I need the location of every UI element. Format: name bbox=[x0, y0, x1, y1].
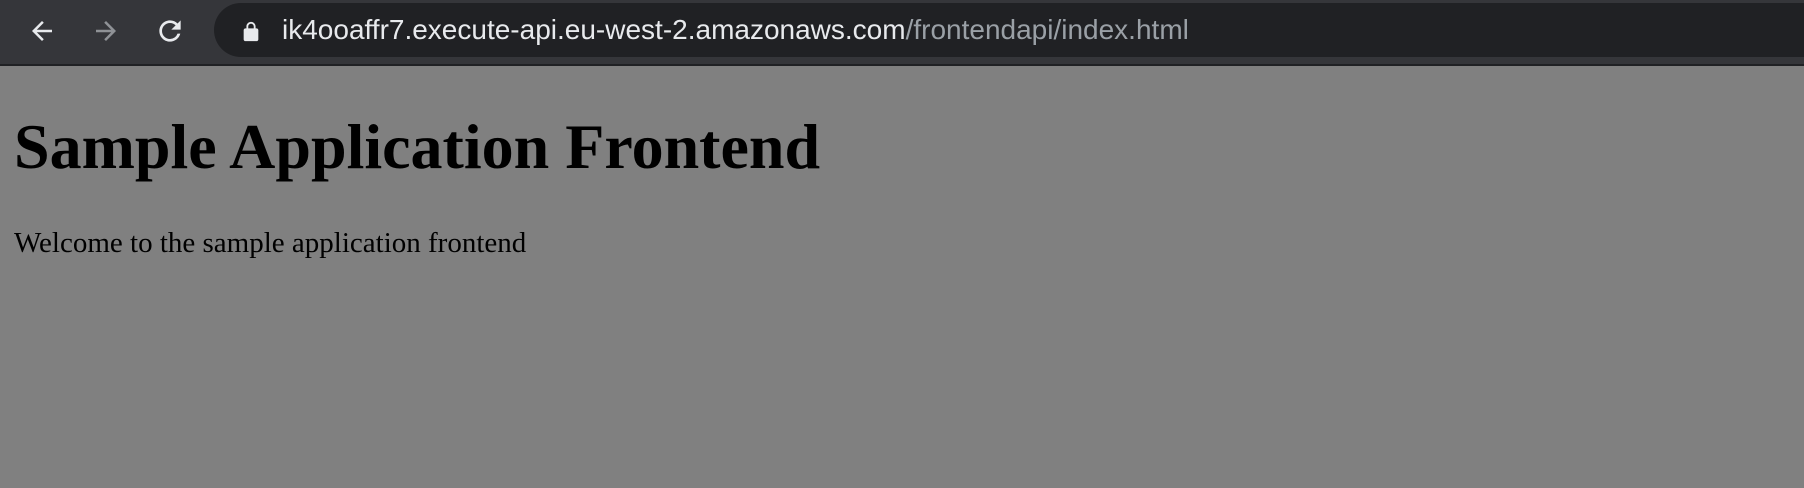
back-button[interactable] bbox=[21, 10, 63, 52]
forward-button[interactable] bbox=[85, 10, 127, 52]
lock-icon[interactable] bbox=[240, 21, 262, 43]
welcome-text: Welcome to the sample application fronte… bbox=[14, 227, 527, 259]
arrow-left-icon bbox=[32, 21, 52, 41]
reload-button[interactable] bbox=[149, 10, 191, 52]
url-path: /frontendapi/index.html bbox=[905, 14, 1189, 45]
reload-icon bbox=[159, 20, 181, 42]
page-title: Sample Application Frontend bbox=[14, 111, 821, 182]
arrow-right-icon bbox=[96, 21, 116, 41]
address-bar[interactable]: ik4ooaffr7.execute-api.eu-west-2.amazona… bbox=[214, 3, 1804, 57]
browser-toolbar: ik4ooaffr7.execute-api.eu-west-2.amazona… bbox=[0, 0, 1804, 66]
url-text[interactable]: ik4ooaffr7.execute-api.eu-west-2.amazona… bbox=[282, 3, 1189, 57]
url-host: ik4ooaffr7.execute-api.eu-west-2.amazona… bbox=[282, 14, 906, 45]
